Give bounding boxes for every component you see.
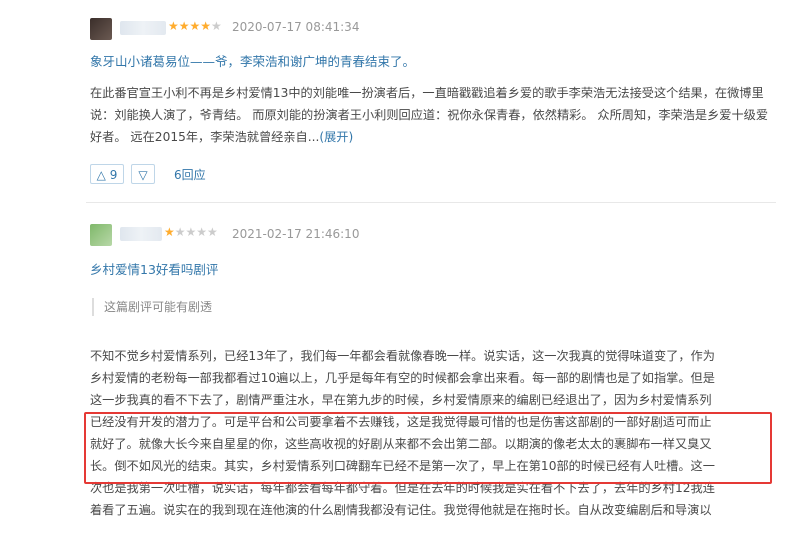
review-date: 2021-02-17 21:46:10 <box>232 227 360 241</box>
review-body-text: 在此番官宣王小利不再是乡村爱情13中的刘能唯一扮演者后，一直暗戳戳追着乡爱的歌手… <box>90 86 769 144</box>
user-avatar[interactable] <box>90 224 112 246</box>
username-blurred[interactable] <box>120 21 166 35</box>
review-line: 乡村爱情的老粉每一部我都看过10遍以上，几乎是每年有空的时候都会拿出来看。每一部… <box>90 371 715 385</box>
rating-stars: ★★★★★ <box>168 19 222 33</box>
upvote-button[interactable]: △ 9 <box>90 164 124 184</box>
star-icon: ★ <box>164 225 175 239</box>
review-divider <box>86 202 776 203</box>
replies-link[interactable]: 6回应 <box>174 166 206 183</box>
review-line: 这一步我真的看不下去了，剧情严重注水，早在第九步的时候，乡村爱情原来的编剧已经退… <box>90 393 712 407</box>
highlight-box <box>84 412 772 484</box>
review-line: 着看了五遍。说实在的我到现在连他演的什么剧情我都没有记住。我觉得他就是在拖时长。… <box>90 503 712 517</box>
review-title-link[interactable]: 乡村爱情13好看吗剧评 <box>90 259 218 278</box>
review-title-link[interactable]: 象牙山小诸葛易位——爷，李荣浩和谢广坤的青春结束了。 <box>90 51 415 70</box>
spoiler-notice: 这篇剧评可能有剧透 <box>92 298 212 316</box>
star-empty-icon: ★★★★ <box>174 225 218 239</box>
rating-stars: ★★★★★ <box>164 225 218 239</box>
review-line: 不知不觉乡村爱情系列，已经13年了，我们每一年都会看就像春晚一样。说实话，这一次… <box>90 349 715 363</box>
user-avatar[interactable] <box>90 18 112 40</box>
review-date: 2020-07-17 08:41:34 <box>232 20 360 34</box>
review-body: 在此番官宣王小利不再是乡村爱情13中的刘能唯一扮演者后，一直暗戳戳追着乡爱的歌手… <box>90 82 770 148</box>
downvote-button[interactable]: ▽ <box>131 164 155 184</box>
star-icon: ★★★★ <box>168 19 212 33</box>
star-empty-icon: ★ <box>211 19 222 33</box>
username-blurred[interactable] <box>120 227 162 241</box>
expand-link[interactable]: (展开) <box>319 130 353 144</box>
